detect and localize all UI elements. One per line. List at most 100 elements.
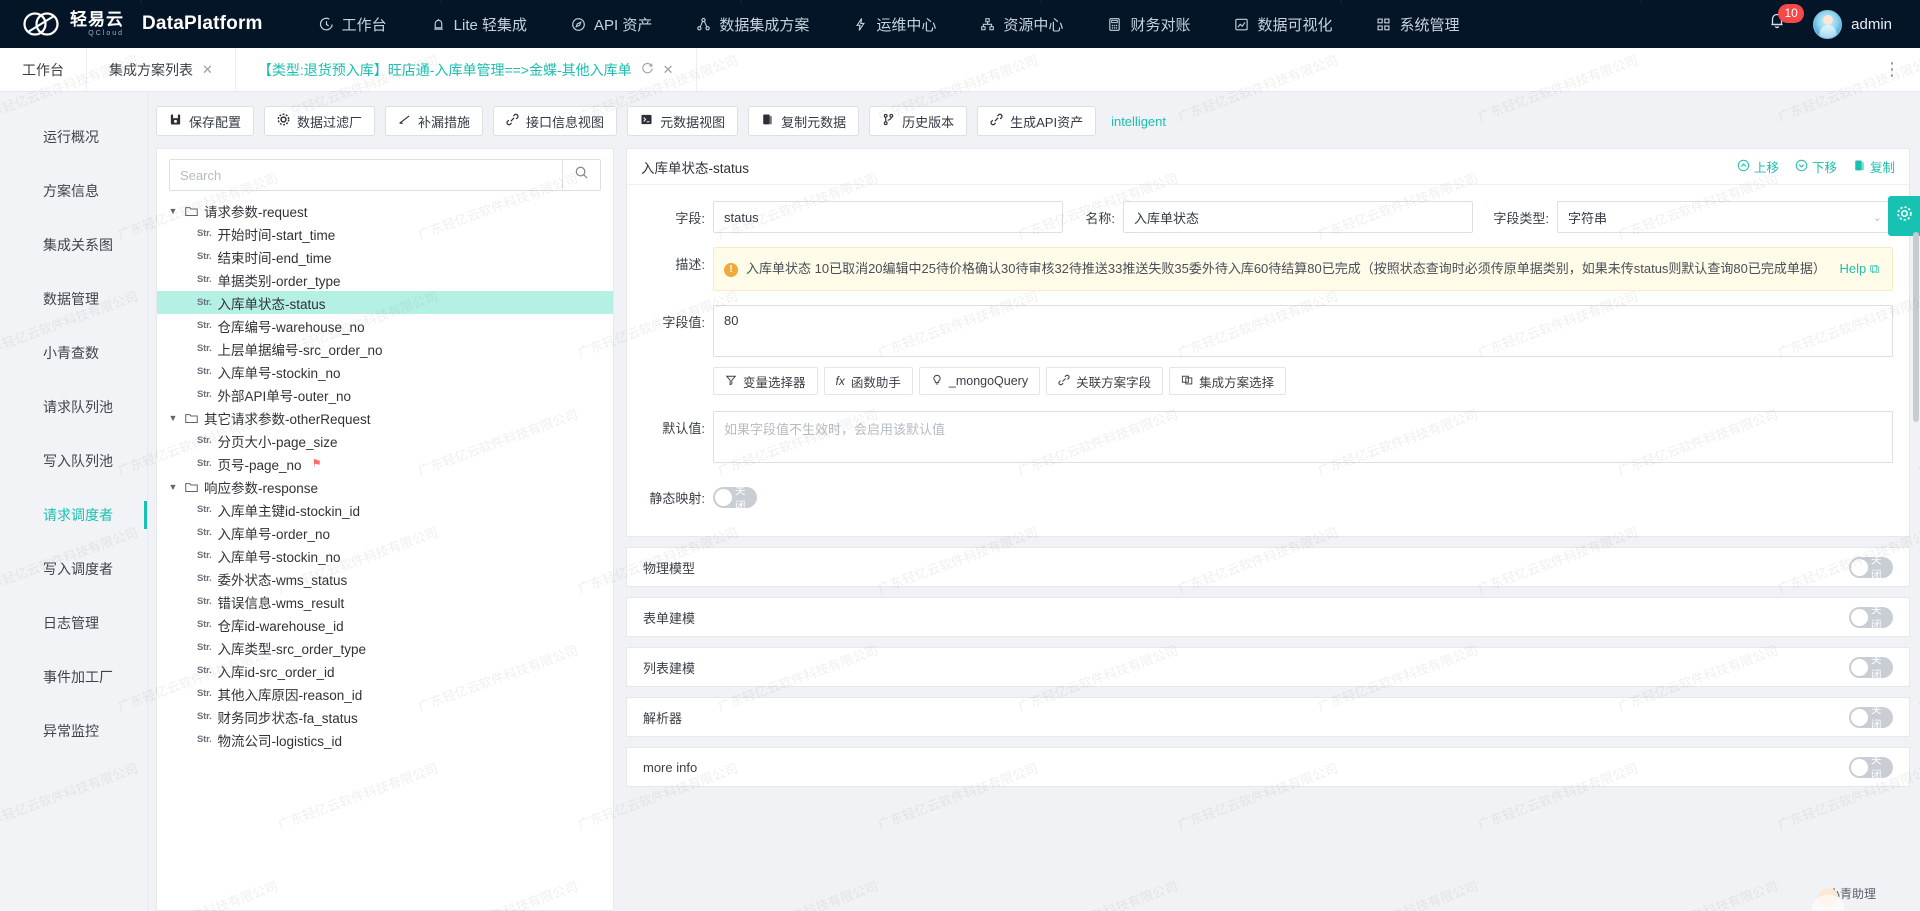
chevron-down-icon[interactable]: ▼ xyxy=(167,413,179,423)
sidebar-item-write-scheduler[interactable]: 写入调度者 xyxy=(0,542,147,596)
tree-leaf-stockin-no[interactable]: Str.入库单号-stockin_no xyxy=(157,360,613,383)
sidebar-item-exception-monitor[interactable]: 异常监控 xyxy=(0,704,147,758)
sidebar-item-relation-graph[interactable]: 集成关系图 xyxy=(0,218,147,272)
brand-logo[interactable]: 轻易云 QCloud DataPlatform xyxy=(22,8,263,40)
field-value-textarea[interactable]: 80 xyxy=(713,305,1893,357)
tree-leaf-start-time[interactable]: Str.开始时间-start_time xyxy=(157,222,613,245)
history-version-button[interactable]: 历史版本 xyxy=(869,106,967,136)
nav-item-workbench[interactable]: 工作台 xyxy=(297,0,409,48)
sidebar-item-request-scheduler[interactable]: 请求调度者 xyxy=(0,488,147,542)
section-form-modeling[interactable]: 表单建模 关闭 xyxy=(626,597,1910,637)
tree-leaf-reason-id[interactable]: Str.其他入库原因-reason_id xyxy=(157,682,613,705)
section-toggle[interactable]: 关闭 xyxy=(1849,607,1893,628)
nav-item-resource-center[interactable]: 资源中心 xyxy=(958,0,1085,48)
tree-leaf-outer-no[interactable]: Str.外部API单号-outer_no xyxy=(157,383,613,406)
tree-leaf-stockin-id[interactable]: Str.入库单主键id-stockin_id xyxy=(157,498,613,521)
tab-overflow-menu[interactable]: ⋮ xyxy=(1865,48,1920,91)
mongo-query-button[interactable]: _mongoQuery xyxy=(919,367,1040,395)
section-parser[interactable]: 解析器 关闭 xyxy=(626,697,1910,737)
tab-active-scheme[interactable]: 【类型:退货预入库】旺店通-入库单管理==>金蝶-其他入库单 ✕ xyxy=(236,48,697,91)
tree-leaf-status[interactable]: Str.入库单状态-status xyxy=(157,291,613,314)
move-up-button[interactable]: 上移 xyxy=(1737,157,1779,176)
section-toggle[interactable]: 关闭 xyxy=(1849,757,1893,778)
generate-api-asset-button[interactable]: 生成API资产 xyxy=(977,106,1096,136)
type-tag: Str. xyxy=(197,642,212,653)
tree-leaf-page-no[interactable]: Str. 页号-page_no ⚑ xyxy=(157,452,613,475)
tree-folder-other-request[interactable]: ▼ 其它请求参数-otherRequest xyxy=(157,406,613,429)
section-physical-model[interactable]: 物理模型 关闭 xyxy=(626,547,1910,587)
tree-leaf-warehouse-no[interactable]: Str.仓库编号-warehouse_no xyxy=(157,314,613,337)
sidebar-item-overview[interactable]: 运行概况 xyxy=(0,110,147,164)
tree-leaf-wms-result[interactable]: Str.错误信息-wms_result xyxy=(157,590,613,613)
nav-item-visualization[interactable]: 数据可视化 xyxy=(1212,0,1354,48)
tree-leaf-end-time[interactable]: Str.结束时间-end_time xyxy=(157,245,613,268)
sidebar-item-event-factory[interactable]: 事件加工厂 xyxy=(0,650,147,704)
tree-leaf-logistics-id[interactable]: Str.物流公司-logistics_id xyxy=(157,728,613,751)
nav-item-api-assets[interactable]: API 资产 xyxy=(549,0,674,48)
assistant-widget[interactable]: 小青助理 xyxy=(1806,885,1898,903)
patch-measure-button[interactable]: 补漏措施 xyxy=(385,106,483,136)
save-config-button[interactable]: 保存配置 xyxy=(156,106,254,136)
tree-leaf-src-order-type[interactable]: Str.入库类型-src_order_type xyxy=(157,636,613,659)
copy-metadata-button[interactable]: 复制元数据 xyxy=(748,106,859,136)
tree-folder-response[interactable]: ▼ 响应参数-response xyxy=(157,475,613,498)
interface-info-view-button[interactable]: 接口信息视图 xyxy=(493,106,617,136)
nav-item-integration-plan[interactable]: 数据集成方案 xyxy=(674,0,831,48)
section-toggle[interactable]: 关闭 xyxy=(1849,707,1893,728)
variable-selector-button[interactable]: 变量选择器 xyxy=(713,367,818,395)
section-list-modeling[interactable]: 列表建模 关闭 xyxy=(626,647,1910,687)
refresh-icon[interactable] xyxy=(641,62,654,78)
intelligent-link[interactable]: intelligent xyxy=(1111,114,1166,129)
vertical-scrollbar[interactable] xyxy=(1913,232,1919,422)
move-down-button[interactable]: 下移 xyxy=(1795,157,1837,176)
search-button[interactable] xyxy=(562,160,600,190)
sidebar-item-write-queue[interactable]: 写入队列池 xyxy=(0,434,147,488)
user-menu[interactable]: admin xyxy=(1813,10,1892,39)
field-code-input[interactable]: status xyxy=(713,201,1063,233)
copy-field-button[interactable]: 复制 xyxy=(1853,157,1895,176)
metadata-view-button[interactable]: 元数据视图 xyxy=(627,106,738,136)
field-type-select[interactable]: 字符串 ⌄ xyxy=(1557,201,1893,233)
tree-leaf-fa-status[interactable]: Str.财务同步状态-fa_status xyxy=(157,705,613,728)
default-value-textarea[interactable]: 如果字段值不生效时，会启用该默认值 xyxy=(713,411,1893,463)
integration-scheme-select-button[interactable]: 集成方案选择 xyxy=(1169,367,1286,395)
tab-integration-list[interactable]: 集成方案列表 ✕ xyxy=(87,48,236,91)
close-icon[interactable]: ✕ xyxy=(202,62,213,78)
sidebar-item-log-mgmt[interactable]: 日志管理 xyxy=(0,596,147,650)
nav-item-system-mgmt[interactable]: 系统管理 xyxy=(1354,0,1481,48)
tree-leaf-src-order-id[interactable]: Str.入库id-src_order_id xyxy=(157,659,613,682)
static-mapping-toggle[interactable]: 关闭 xyxy=(713,487,757,508)
sidebar-item-request-queue[interactable]: 请求队列池 xyxy=(0,380,147,434)
data-filter-button[interactable]: 数据过滤厂 xyxy=(264,106,375,136)
sidebar-item-xiaoqing-query[interactable]: 小青查数 xyxy=(0,326,147,380)
search-box[interactable] xyxy=(169,159,601,191)
sidebar-item-data-mgmt[interactable]: 数据管理 xyxy=(0,272,147,326)
sidebar-item-scheme-info[interactable]: 方案信息 xyxy=(0,164,147,218)
close-icon[interactable]: ✕ xyxy=(663,62,674,78)
section-toggle[interactable]: 关闭 xyxy=(1849,657,1893,678)
notification-bell-button[interactable]: 10 xyxy=(1767,9,1793,39)
nav-item-finance[interactable]: 财务对账 xyxy=(1085,0,1212,48)
section-toggle[interactable]: 关闭 xyxy=(1849,557,1893,578)
tree-leaf-warehouse-id[interactable]: Str.仓库id-warehouse_id xyxy=(157,613,613,636)
settings-float-button[interactable] xyxy=(1888,196,1920,236)
nav-item-lite[interactable]: Lite 轻集成 xyxy=(409,0,549,48)
tree-leaf-resp-stockin-no[interactable]: Str.入库单号-stockin_no xyxy=(157,544,613,567)
tree-leaf-order-no[interactable]: Str.入库单号-order_no xyxy=(157,521,613,544)
nav-item-ops-center[interactable]: 运维中心 xyxy=(831,0,958,48)
section-more-info[interactable]: more info 关闭 xyxy=(626,747,1910,787)
tree-node-label: 入库单状态-status xyxy=(218,293,326,313)
field-title-input[interactable]: 入库单状态 xyxy=(1123,201,1473,233)
tab-workbench[interactable]: 工作台 xyxy=(0,48,87,91)
chevron-down-icon[interactable]: ▼ xyxy=(167,206,179,216)
tree-leaf-wms-status[interactable]: Str.委外状态-wms_status xyxy=(157,567,613,590)
tree-leaf-page-size[interactable]: Str.分页大小-page_size xyxy=(157,429,613,452)
tree-leaf-order-type[interactable]: Str.单据类别-order_type xyxy=(157,268,613,291)
help-link[interactable]: Help ⧉ xyxy=(1840,261,1880,276)
tree-leaf-src-order-no[interactable]: Str.上层单据编号-src_order_no xyxy=(157,337,613,360)
function-helper-button[interactable]: fx 函数助手 xyxy=(824,367,913,395)
chevron-down-icon[interactable]: ▼ xyxy=(167,482,179,492)
search-input[interactable] xyxy=(170,160,562,190)
tree-folder-request[interactable]: ▼ 请求参数-request xyxy=(157,199,613,222)
related-scheme-field-button[interactable]: 关联方案字段 xyxy=(1046,367,1163,395)
